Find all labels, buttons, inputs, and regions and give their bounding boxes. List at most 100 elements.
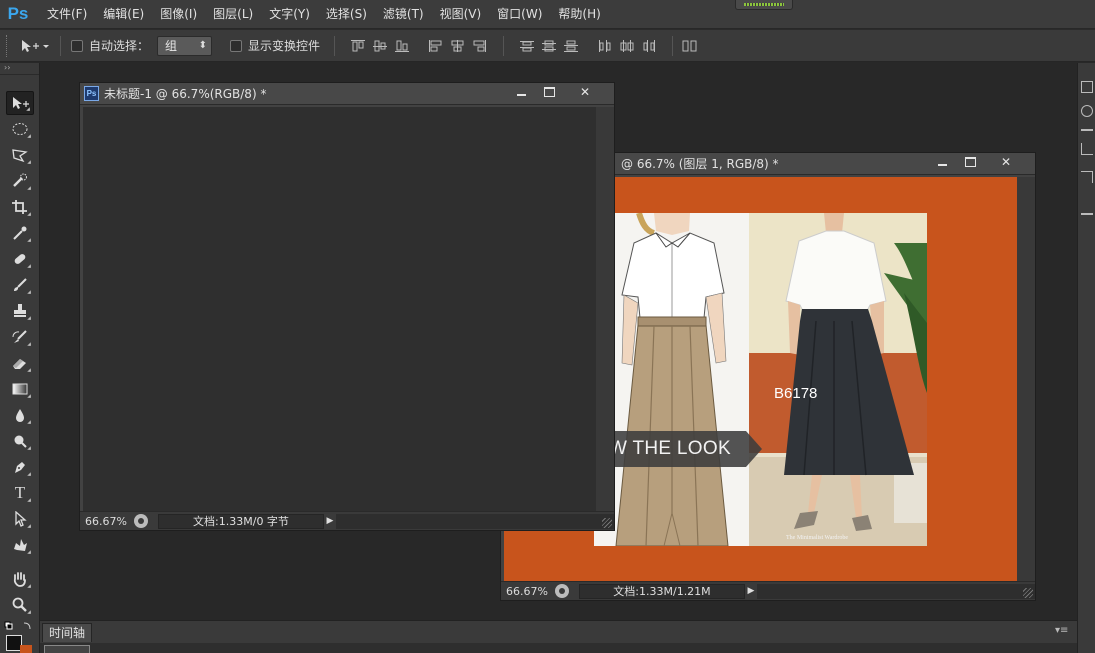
menu-help[interactable]: 帮助(H) (550, 0, 608, 28)
horizontal-scrollbar[interactable] (757, 583, 1035, 599)
document-title: @ 66.7% (图层 1, RGB/8) * (621, 157, 779, 171)
history-panel-icon[interactable] (1081, 81, 1093, 93)
blur-tool-button[interactable] (6, 403, 34, 427)
brush-tool-button[interactable] (6, 273, 34, 297)
eraser-tool-button[interactable] (6, 351, 34, 375)
dodge-tool-button[interactable] (6, 429, 34, 453)
menu-view[interactable]: 视图(V) (432, 0, 490, 28)
lasso-tool-button[interactable] (6, 143, 34, 167)
distribute-bottom-button[interactable] (560, 36, 582, 56)
auto-select-dropdown[interactable]: 组 (157, 35, 213, 56)
crop-icon (12, 200, 27, 214)
menu-type[interactable]: 文字(Y) (261, 0, 318, 28)
close-button[interactable]: ✕ (993, 153, 1019, 171)
options-grip[interactable] (6, 34, 14, 57)
vertical-scrollbar[interactable] (1017, 177, 1035, 581)
resize-grip-icon[interactable] (602, 518, 612, 528)
move-tool-button[interactable] (6, 91, 34, 115)
align-vcenter-button[interactable] (369, 36, 391, 56)
zoom-icon (12, 597, 27, 612)
view-the-look-banner: EW THE LOOK (594, 431, 762, 467)
align-right-button[interactable] (469, 36, 491, 56)
status-menu-arrow-icon[interactable]: ▶ (324, 514, 336, 529)
polygonal-lasso-icon (12, 149, 28, 163)
canvas-image: EW THE LOOK B6178 The Minimalist Wardrob… (594, 213, 927, 546)
options-bar: 自动选择： 组 显示变换控件 (0, 29, 1095, 62)
path-selection-tool-button[interactable] (6, 507, 34, 531)
minimize-button[interactable] (929, 153, 955, 171)
auto-select-checkbox[interactable] (71, 39, 83, 52)
tool-preset-picker[interactable] (14, 35, 54, 57)
quick-selection-tool-button[interactable] (6, 169, 34, 193)
align-bottom-button[interactable] (391, 36, 413, 56)
show-transform-checkbox[interactable] (230, 39, 243, 52)
distribute-top-icon (520, 40, 535, 51)
distribute-bottom-icon (564, 40, 579, 52)
pen-tool-button[interactable] (6, 455, 34, 479)
distribute-right-button[interactable] (638, 36, 660, 56)
distribute-top-button[interactable] (516, 36, 538, 56)
panel-menu-icon[interactable]: ▾≡ (1055, 625, 1071, 637)
panel-separator (1081, 213, 1093, 215)
align-vertical-center-icon (373, 40, 388, 51)
gradient-tool-button[interactable] (6, 377, 34, 401)
eyedropper-icon (13, 226, 27, 240)
align-top-button[interactable] (347, 36, 369, 56)
timeline-frame-thumb[interactable] (44, 645, 90, 653)
align-left-button[interactable] (425, 36, 447, 56)
menu-layer[interactable]: 图层(L) (205, 0, 261, 28)
healing-brush-icon (14, 254, 26, 264)
marquee-tool-button[interactable] (6, 117, 34, 141)
zoom-tool-button[interactable] (6, 593, 34, 617)
close-button[interactable]: ✕ (572, 83, 598, 101)
resize-grip-icon[interactable] (1023, 588, 1033, 598)
menu-image[interactable]: 图像(I) (152, 0, 205, 28)
zoom-level[interactable]: 66.67% (80, 515, 130, 528)
maximize-button[interactable] (536, 83, 562, 101)
minimize-button[interactable] (508, 83, 534, 101)
timeline-track (40, 643, 1077, 653)
vertical-scrollbar[interactable] (596, 107, 614, 511)
distribute-hcenter-button[interactable] (616, 36, 638, 56)
clone-stamp-tool-button[interactable] (6, 299, 34, 323)
move-tool-icon (13, 97, 29, 109)
properties-panel-icon[interactable] (1081, 105, 1093, 117)
default-colors-swap[interactable] (4, 620, 34, 632)
menu-file[interactable]: 文件(F) (39, 0, 95, 28)
status-menu-arrow-icon[interactable]: ▶ (745, 584, 757, 599)
custom-shape-tool-button[interactable] (6, 533, 34, 557)
distribute-left-button[interactable] (594, 36, 616, 56)
panel-dock (1077, 63, 1095, 653)
maximize-button[interactable] (957, 153, 983, 171)
align-horizontal-center-icon (451, 39, 464, 52)
menu-filter[interactable]: 滤镜(T) (375, 0, 432, 28)
document-window-untitled[interactable]: Ps 未标题-1 @ 66.7%(RGB/8) * ✕ 66.67% 文档:1.… (79, 82, 615, 531)
document-canvas[interactable] (83, 107, 596, 511)
eyedropper-tool-button[interactable] (6, 221, 34, 245)
distribute-vcenter-button[interactable] (538, 36, 560, 56)
share-icon[interactable] (555, 584, 569, 598)
separator (334, 35, 336, 56)
menu-edit[interactable]: 编辑(E) (95, 0, 152, 28)
character-panel-icon[interactable] (1081, 143, 1093, 155)
hand-tool-button[interactable] (6, 567, 34, 591)
zoom-level[interactable]: 66.67% (501, 585, 551, 598)
align-hcenter-button[interactable] (447, 36, 469, 56)
type-tool-button[interactable]: T (6, 481, 34, 505)
horizontal-scrollbar[interactable] (336, 513, 614, 529)
close-icon: ✕ (1000, 155, 1012, 169)
crop-tool-button[interactable] (6, 195, 34, 219)
menu-bar: Ps 文件(F) 编辑(E) 图像(I) 图层(L) 文字(Y) 选择(S) 滤… (0, 0, 1095, 28)
healing-brush-tool-button[interactable] (6, 247, 34, 271)
history-brush-tool-button[interactable] (6, 325, 34, 349)
share-icon[interactable] (134, 514, 148, 528)
paragraph-panel-icon[interactable] (1081, 171, 1093, 183)
tools-panel-collapse[interactable]: ›› (0, 63, 39, 75)
timeline-tab[interactable]: 时间轴 (42, 623, 93, 642)
elliptical-marquee-icon (12, 123, 28, 135)
dodge-icon (14, 435, 27, 448)
menu-select[interactable]: 选择(S) (318, 0, 375, 28)
auto-align-layers-button[interactable] (679, 36, 701, 56)
background-color-swatch[interactable] (20, 645, 32, 653)
menu-window[interactable]: 窗口(W) (489, 0, 550, 28)
